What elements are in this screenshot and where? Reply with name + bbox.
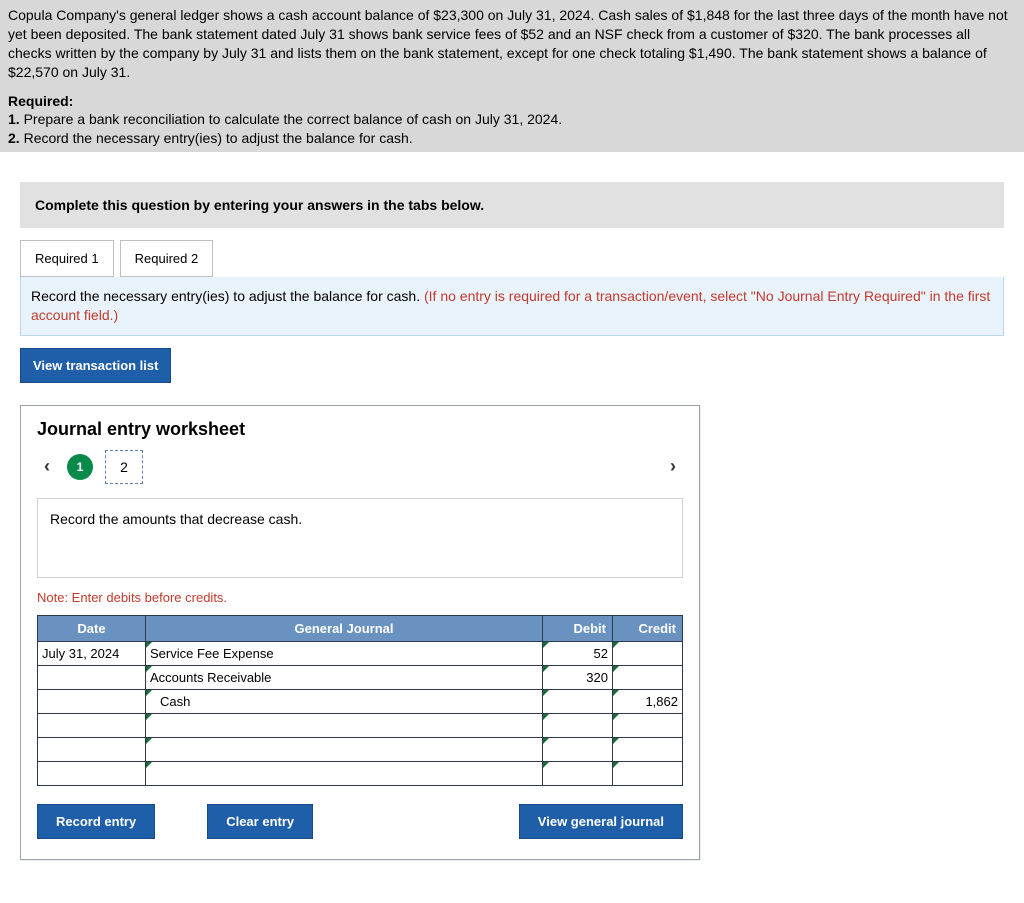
table-row: [38, 737, 683, 761]
record-entry-button[interactable]: Record entry: [37, 804, 155, 839]
tab-required-2[interactable]: Required 2: [120, 240, 214, 277]
account-cell[interactable]: Cash: [146, 689, 543, 713]
view-general-journal-button[interactable]: View general journal: [519, 804, 683, 839]
tabs: Required 1 Required 2: [20, 240, 1024, 277]
tab-instruction-banner: Record the necessary entry(ies) to adjus…: [20, 277, 1004, 336]
account-cell[interactable]: [146, 713, 543, 737]
col-general-journal-header: General Journal: [146, 615, 543, 641]
table-row: [38, 761, 683, 785]
debit-cell[interactable]: [543, 713, 613, 737]
journal-entry-worksheet: Journal entry worksheet ‹ 1 2 › Record t…: [20, 405, 700, 860]
col-credit-header: Credit: [613, 615, 683, 641]
table-header-row: Date General Journal Debit Credit: [38, 615, 683, 641]
credit-cell[interactable]: [613, 761, 683, 785]
problem-paragraph: Copula Company's general ledger shows a …: [8, 6, 1016, 82]
col-date-header: Date: [38, 615, 146, 641]
credit-cell[interactable]: [613, 713, 683, 737]
table-row: Accounts Receivable320: [38, 665, 683, 689]
worksheet-title: Journal entry worksheet: [21, 406, 699, 444]
entry-instruction: Record the amounts that decrease cash.: [37, 498, 683, 578]
account-cell[interactable]: [146, 737, 543, 761]
worksheet-pager: ‹ 1 2 ›: [21, 444, 699, 496]
required-list: 1. Prepare a bank reconciliation to calc…: [8, 110, 1016, 148]
clear-entry-button[interactable]: Clear entry: [207, 804, 313, 839]
debit-cell[interactable]: [543, 689, 613, 713]
required-heading: Required:: [8, 92, 1016, 111]
credit-cell[interactable]: [613, 641, 683, 665]
credit-cell[interactable]: [613, 665, 683, 689]
banner-text: Record the necessary entry(ies) to adjus…: [31, 288, 424, 304]
view-transaction-list-button[interactable]: View transaction list: [20, 348, 171, 383]
account-cell[interactable]: Accounts Receivable: [146, 665, 543, 689]
table-row: [38, 713, 683, 737]
date-cell[interactable]: [38, 689, 146, 713]
tab-required-1[interactable]: Required 1: [20, 240, 114, 277]
date-cell[interactable]: [38, 713, 146, 737]
complete-instruction: Complete this question by entering your …: [20, 182, 1004, 228]
journal-entry-table: Date General Journal Debit Credit July 3…: [37, 615, 683, 786]
debits-before-credits-note: Note: Enter debits before credits.: [37, 590, 683, 605]
date-cell[interactable]: [38, 737, 146, 761]
col-debit-header: Debit: [543, 615, 613, 641]
required-item-1: 1. Prepare a bank reconciliation to calc…: [8, 110, 1016, 129]
pager-step-1[interactable]: 1: [67, 454, 93, 480]
pager-step-2[interactable]: 2: [105, 450, 143, 484]
debit-cell[interactable]: [543, 761, 613, 785]
account-cell[interactable]: [146, 761, 543, 785]
pager-next-button[interactable]: ›: [659, 456, 687, 477]
credit-cell[interactable]: 1,862: [613, 689, 683, 713]
debit-cell[interactable]: [543, 737, 613, 761]
debit-cell[interactable]: 52: [543, 641, 613, 665]
credit-cell[interactable]: [613, 737, 683, 761]
table-row: Cash 1,862: [38, 689, 683, 713]
date-cell[interactable]: [38, 761, 146, 785]
debit-cell[interactable]: 320: [543, 665, 613, 689]
table-row: July 31, 2024Service Fee Expense52: [38, 641, 683, 665]
problem-statement: Copula Company's general ledger shows a …: [0, 0, 1024, 152]
pager-prev-button[interactable]: ‹: [33, 456, 61, 477]
account-cell[interactable]: Service Fee Expense: [146, 641, 543, 665]
date-cell[interactable]: [38, 665, 146, 689]
date-cell[interactable]: July 31, 2024: [38, 641, 146, 665]
required-item-2: 2. Record the necessary entry(ies) to ad…: [8, 129, 1016, 148]
worksheet-actions: Record entry Clear entry View general jo…: [37, 804, 683, 839]
